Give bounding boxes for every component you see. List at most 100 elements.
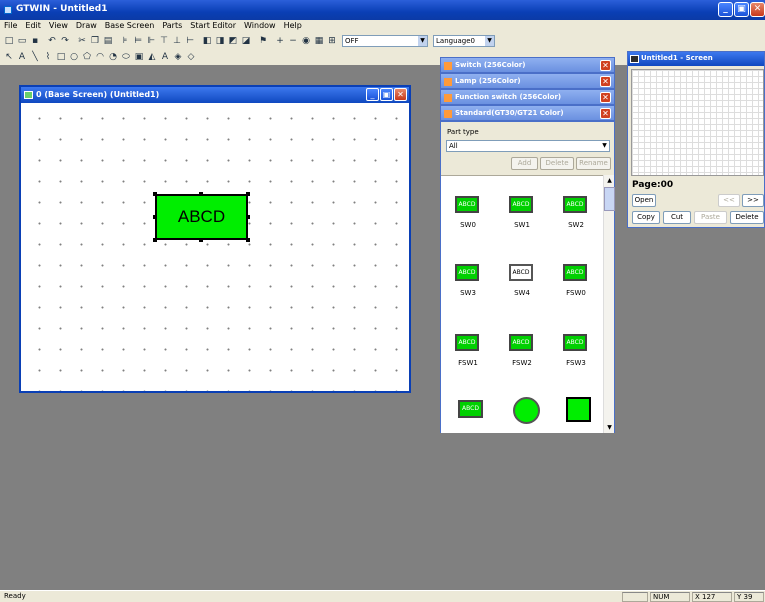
part-item-round-lamp[interactable] <box>513 397 540 424</box>
paste-icon[interactable]: ▤ <box>102 35 114 47</box>
bring-front-icon[interactable]: ◧ <box>201 35 213 47</box>
scroll-up-icon[interactable]: ▲ <box>604 175 615 186</box>
align-left-icon[interactable]: ⊧ <box>119 35 131 47</box>
part-type-select[interactable]: All ▼ <box>446 140 610 152</box>
paste-button[interactable]: Paste <box>694 211 727 224</box>
polygon-icon[interactable]: ⬠ <box>81 51 93 63</box>
zoom-out-icon[interactable]: − <box>287 35 299 47</box>
screen-preview-title-bar[interactable]: Untitled1 - Screen <box>628 52 764 66</box>
screen-canvas[interactable]: ABCD <box>21 103 409 391</box>
select-arrow-icon[interactable]: ↖ <box>3 51 15 63</box>
property-icon[interactable]: ⚑ <box>257 35 269 47</box>
image-icon[interactable]: ▣ <box>133 51 145 63</box>
restore-icon[interactable]: ▣ <box>734 2 749 17</box>
panel-switch[interactable]: Switch (256Color) ✕ <box>440 57 615 73</box>
menu-view[interactable]: View <box>45 20 72 31</box>
resize-handle[interactable] <box>246 215 250 219</box>
screen-thumbnail-grid[interactable] <box>631 69 764 176</box>
circle-icon[interactable]: ○ <box>68 51 80 63</box>
panel-lamp[interactable]: Lamp (256Color) ✕ <box>440 73 615 89</box>
resize-handle[interactable] <box>153 192 157 196</box>
text-icon[interactable]: A <box>16 51 28 63</box>
add-button[interactable]: Add <box>511 157 538 170</box>
resize-handle[interactable] <box>246 192 250 196</box>
align-middle-icon[interactable]: ⊢ <box>184 35 196 47</box>
part-item-small-switch[interactable]: ABCD <box>458 400 483 418</box>
sector-icon[interactable]: ◔ <box>107 51 119 63</box>
cut-button[interactable]: Cut <box>663 211 691 224</box>
ungroup-icon[interactable]: ◪ <box>240 35 252 47</box>
ellipse-icon[interactable]: ⬭ <box>120 51 132 63</box>
panel-standard[interactable]: Standard(GT30/GT21 Color) ✕ <box>440 105 615 121</box>
part-item-square-switch[interactable] <box>566 397 591 422</box>
close-icon[interactable]: ✕ <box>600 92 611 103</box>
preview-icon[interactable]: ◉ <box>300 35 312 47</box>
part-item-sw2[interactable]: ABCD SW2 <box>549 192 603 232</box>
restore-icon[interactable]: ▣ <box>380 88 393 101</box>
menu-window[interactable]: Window <box>240 20 280 31</box>
resize-handle[interactable] <box>199 238 203 242</box>
mode-select[interactable]: OFF ▼ <box>342 35 428 47</box>
resize-handle[interactable] <box>199 192 203 196</box>
panel-function-switch[interactable]: Function switch (256Color) ✕ <box>440 89 615 105</box>
part-item-fsw0[interactable]: ABCD FSW0 <box>549 260 603 300</box>
rename-button[interactable]: Rename <box>576 157 611 170</box>
language-select[interactable]: Language0 ▼ <box>433 35 495 47</box>
prev-page-button[interactable]: << <box>718 194 740 207</box>
rectangle-icon[interactable]: □ <box>55 51 67 63</box>
fill-icon[interactable]: ◭ <box>146 51 158 63</box>
arc-icon[interactable]: ◠ <box>94 51 106 63</box>
scroll-thumb[interactable] <box>604 187 615 211</box>
align-top-icon[interactable]: ⊤ <box>158 35 170 47</box>
part-item-sw1[interactable]: ABCD SW1 <box>495 192 549 232</box>
save-icon[interactable]: ▪ <box>29 35 41 47</box>
menu-parts[interactable]: Parts <box>158 20 186 31</box>
part-item-fsw2[interactable]: ABCD FSW2 <box>495 330 549 370</box>
menu-help[interactable]: Help <box>280 20 306 31</box>
open-button[interactable]: Open <box>632 194 656 207</box>
align-bottom-icon[interactable]: ⊥ <box>171 35 183 47</box>
new-file-icon[interactable]: □ <box>3 35 15 47</box>
minimize-icon[interactable]: _ <box>366 88 379 101</box>
polyline-icon[interactable]: ⌇ <box>42 51 54 63</box>
part-item-fsw3[interactable]: ABCD FSW3 <box>549 330 603 370</box>
undo-icon[interactable]: ↶ <box>46 35 58 47</box>
zoom-in-icon[interactable]: + <box>274 35 286 47</box>
send-back-icon[interactable]: ◨ <box>214 35 226 47</box>
close-icon[interactable]: ✕ <box>394 88 407 101</box>
scale-text-icon[interactable]: A <box>159 51 171 63</box>
part-item-sw4[interactable]: ABCD SW4 <box>495 260 549 300</box>
menu-start-editor[interactable]: Start Editor <box>186 20 240 31</box>
resize-handle[interactable] <box>153 238 157 242</box>
shape-icon[interactable]: ◇ <box>185 51 197 63</box>
bitmap-icon[interactable]: ◈ <box>172 51 184 63</box>
menu-file[interactable]: File <box>0 20 21 31</box>
close-icon[interactable]: ✕ <box>600 76 611 87</box>
cut-icon[interactable]: ✂ <box>76 35 88 47</box>
resize-handle[interactable] <box>246 238 250 242</box>
copy-button[interactable]: Copy <box>632 211 660 224</box>
redo-icon[interactable]: ↷ <box>59 35 71 47</box>
copy-icon[interactable]: ❐ <box>89 35 101 47</box>
resize-handle[interactable] <box>153 215 157 219</box>
base-screen-title-bar[interactable]: 0 (Base Screen) (Untitled1) _ ▣ ✕ <box>21 87 409 103</box>
close-icon[interactable]: ✕ <box>750 2 765 17</box>
delete-button[interactable]: Delete <box>730 211 764 224</box>
align-center-icon[interactable]: ⊨ <box>132 35 144 47</box>
grid-icon[interactable]: ▦ <box>313 35 325 47</box>
canvas-switch-part[interactable]: ABCD <box>155 194 248 240</box>
part-item-sw3[interactable]: ABCD SW3 <box>441 260 495 300</box>
next-page-button[interactable]: >> <box>742 194 764 207</box>
close-icon[interactable]: ✕ <box>600 108 611 119</box>
line-icon[interactable]: ╲ <box>29 51 41 63</box>
delete-button[interactable]: Delete <box>540 157 574 170</box>
part-item-fsw1[interactable]: ABCD FSW1 <box>441 330 495 370</box>
part-item-sw0[interactable]: ABCD SW0 <box>441 192 495 232</box>
align-right-icon[interactable]: ⊩ <box>145 35 157 47</box>
close-icon[interactable]: ✕ <box>600 60 611 71</box>
group-icon[interactable]: ◩ <box>227 35 239 47</box>
open-folder-icon[interactable]: ▭ <box>16 35 28 47</box>
parts-scrollbar[interactable]: ▲ ▼ <box>603 175 615 433</box>
menu-draw[interactable]: Draw <box>72 20 101 31</box>
menu-edit[interactable]: Edit <box>21 20 45 31</box>
